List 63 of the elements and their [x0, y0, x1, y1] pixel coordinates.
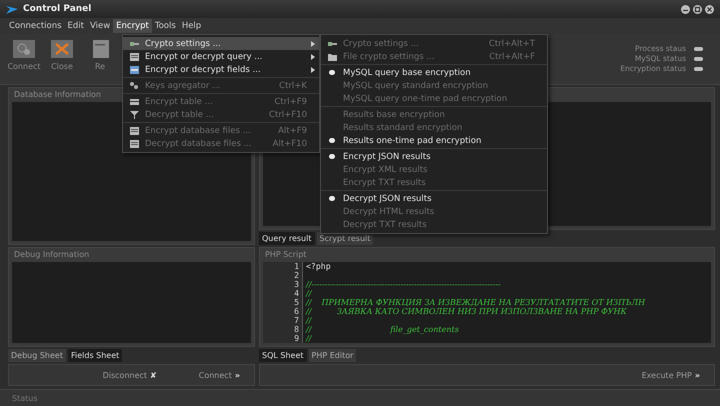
line-number: 8	[293, 325, 299, 334]
tab[interactable]: PHP Editor	[308, 349, 356, 362]
line-number: 2	[293, 271, 299, 280]
tab[interactable]: Fields Sheet	[68, 349, 122, 362]
maximize-icon[interactable]	[693, 4, 702, 14]
code-comment: //	[306, 334, 313, 343]
action-button[interactable]: Execute PHP »	[636, 370, 706, 380]
submenu-arrow-icon	[311, 40, 315, 46]
code-comment: //----------------------------------------------------------------------	[306, 280, 502, 289]
database-plug-icon	[13, 40, 35, 58]
app-logo-icon	[6, 4, 18, 14]
menu[interactable]: Connections	[6, 19, 65, 33]
panel-title: Database Information	[14, 90, 102, 99]
menu[interactable]: View	[87, 19, 114, 33]
panel-title: Debug Information	[14, 250, 90, 259]
submenu-arrow-icon	[311, 66, 315, 72]
action-button[interactable]: Disconnect ✘	[96, 370, 163, 380]
menu[interactable]: Encrypt	[113, 19, 152, 33]
submenu-arrow-icon	[311, 54, 315, 60]
code-line: <?php	[306, 262, 332, 271]
menu[interactable]: Edit	[64, 19, 87, 33]
code-comment: //	[306, 316, 313, 325]
line-number: 4	[293, 289, 299, 298]
window-title: Control Panel	[23, 4, 92, 14]
code-comment: // ПРИМЕРНА ФУНКЦИЯ ЗА ИЗВЕЖДАНЕ НА РЕЗУЛТАТАТИТЕ ОТ ИЗПЪЛН	[306, 298, 646, 307]
sheet-icon	[128, 126, 140, 136]
close-icon[interactable]	[705, 4, 714, 14]
tab[interactable]: Query result	[259, 232, 314, 245]
menu-item[interactable]: Encrypt JSON results	[321, 150, 547, 163]
menu-item[interactable]: Decrypt JSON results	[321, 192, 547, 205]
panel-title: PHP Script	[265, 250, 306, 259]
menu-item[interactable]: Encrypt or decrypt query ...	[123, 50, 319, 63]
table-icon	[128, 96, 140, 106]
cross-icon	[51, 40, 73, 58]
folder-icon	[326, 52, 338, 62]
line-number: 1	[293, 262, 299, 271]
line-number: 9	[293, 334, 299, 343]
sheet-icon	[128, 52, 140, 62]
toolbar-button[interactable]: Re	[82, 38, 118, 73]
line-number: 6	[293, 307, 299, 316]
menu-item[interactable]: Crypto settings ...	[123, 37, 319, 50]
menu[interactable]: Tools	[152, 19, 179, 33]
menu[interactable]: Help	[178, 19, 204, 33]
code-comment: //	[306, 289, 313, 298]
line-number: 5	[293, 298, 299, 307]
menu-item[interactable]: Encrypt or decrypt fields ...	[123, 63, 319, 76]
code-comment: // file_get_contents	[306, 325, 460, 334]
funnel-icon	[128, 110, 140, 120]
action-button[interactable]: Connect »	[192, 370, 246, 380]
menu-item[interactable]: MySQL query base encryption	[321, 66, 547, 79]
status-bar: Status	[0, 389, 720, 406]
menu-item[interactable]: Results one-time pad encryption	[321, 134, 547, 147]
line-number: 3	[293, 280, 299, 289]
minimize-icon[interactable]	[681, 4, 690, 14]
fields-icon	[128, 64, 140, 74]
code-comment: // ЗАЯВКА КАТО СИМВОЛЕН НИЗ ПРИ ИЗПОЛЗВАНЕ НА PHP ФУНК	[306, 307, 628, 316]
line-number: 7	[293, 316, 299, 325]
toolbar-button[interactable]: Close	[44, 38, 80, 73]
toolbar-button[interactable]: Connect	[6, 38, 42, 73]
sheet-icon	[128, 138, 140, 148]
tab[interactable]: SQL Sheet	[259, 349, 307, 362]
tab[interactable]: Debug Sheet	[8, 349, 66, 362]
keys-icon	[128, 80, 140, 90]
